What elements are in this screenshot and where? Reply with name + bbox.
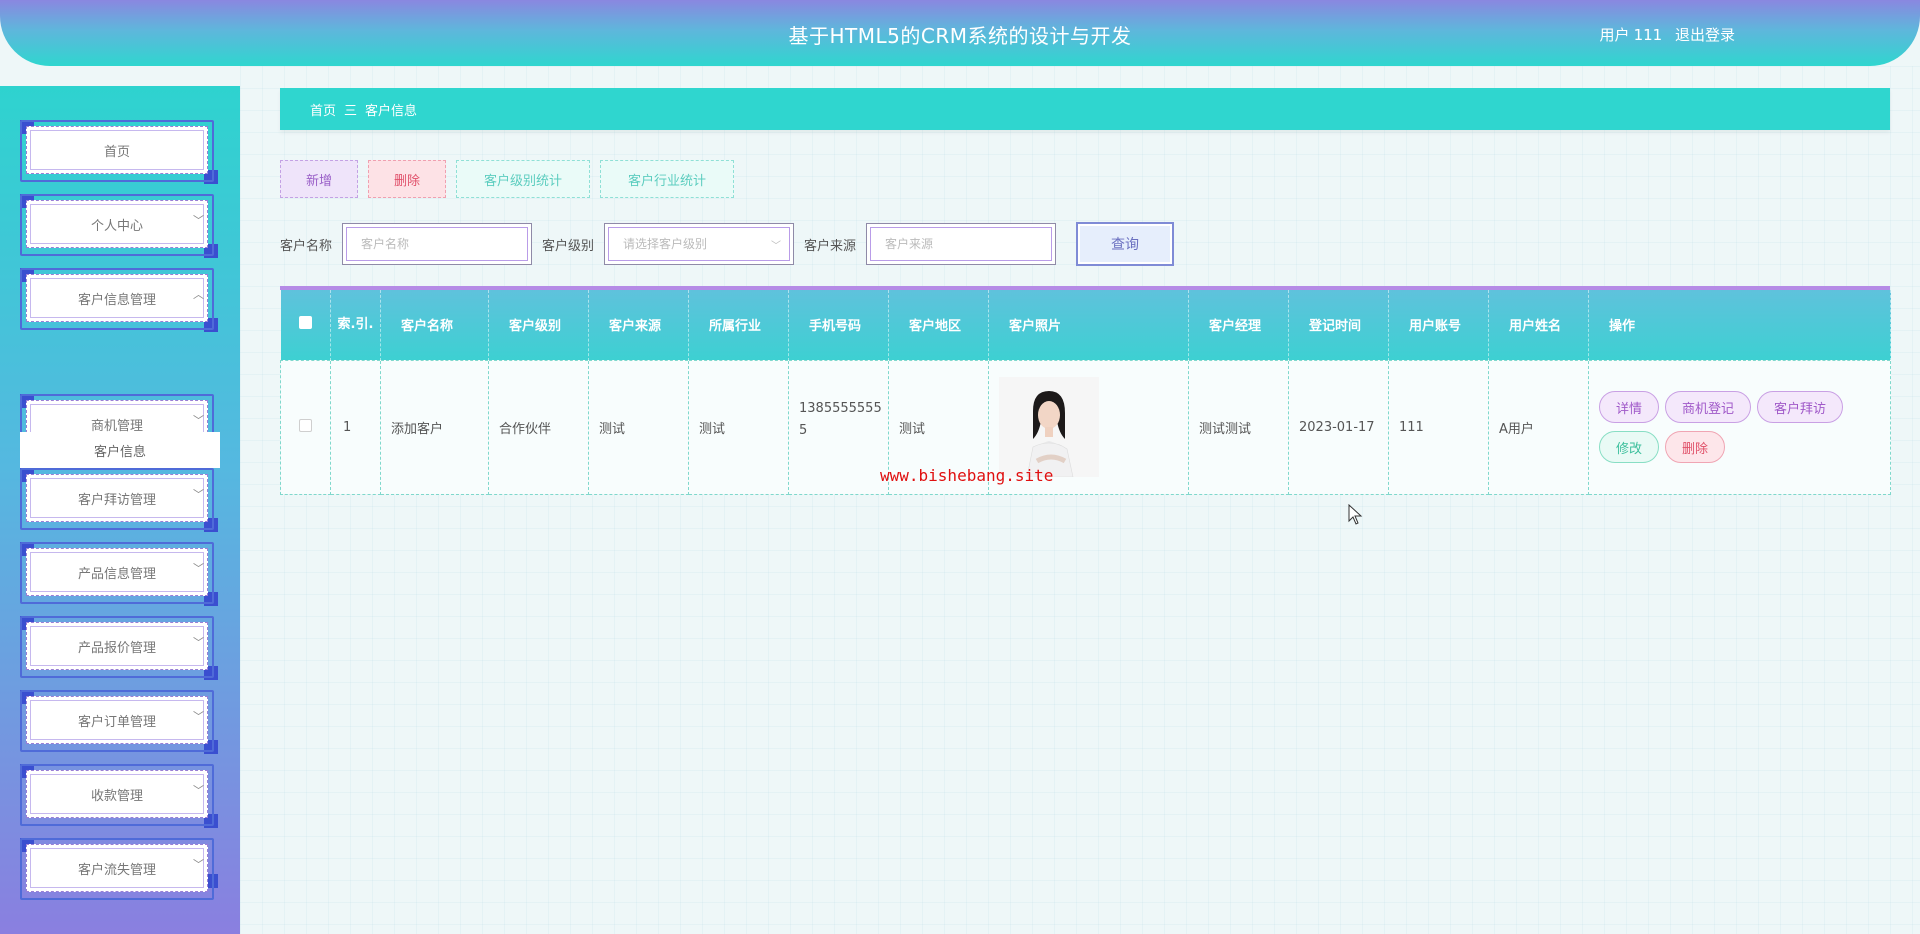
user-prefix: 用户 xyxy=(1599,26,1630,44)
sidebar-item-label: 客户信息管理 xyxy=(26,274,208,322)
level-stats-button[interactable]: 客户级别统计 xyxy=(456,160,590,198)
row-actions: 详情 商机登记 客户拜访 修改 删除 xyxy=(1599,391,1890,463)
top-header: 基于HTML5的CRM系统的设计与开发 用户 111 退出登录 xyxy=(0,0,1920,66)
sidebar-item-label: 产品信息管理 xyxy=(26,548,208,596)
cell-ops: 详情 商机登记 客户拜访 修改 删除 xyxy=(1588,359,1891,495)
customer-name-field xyxy=(342,223,533,265)
breadcrumb-current: 客户信息 xyxy=(365,103,418,119)
sidebar-item-label: 个人中心 xyxy=(26,200,208,248)
customer-photo xyxy=(999,377,1099,477)
chevron-down-icon: ﹀ xyxy=(193,858,204,871)
sidebar-item-7[interactable]: 客户订单管理 ﹀ xyxy=(20,690,218,754)
customer-name-input[interactable] xyxy=(343,224,532,264)
header-level: 客户级别 xyxy=(488,290,589,360)
header-source: 客户来源 xyxy=(588,290,689,360)
toolbar: 新增 删除 客户级别统计 客户行业统计 xyxy=(280,160,744,198)
breadcrumb: 首页 三 客户信息 xyxy=(280,88,1890,130)
row-checkbox[interactable] xyxy=(299,418,312,432)
watermark-text: www.bishebang.site xyxy=(880,466,1054,485)
sidebar-item-4[interactable]: 客户拜访管理 ﹀ xyxy=(20,468,218,532)
chevron-down-icon: ﹀ xyxy=(193,488,204,501)
cell-username: A用户 xyxy=(1488,359,1589,495)
breadcrumb-home[interactable]: 首页 xyxy=(310,100,336,119)
cell-source: 测试 xyxy=(588,359,689,495)
add-button[interactable]: 新增 xyxy=(280,160,358,198)
sidebar-item-label: 产品报价管理 xyxy=(26,622,208,670)
chevron-down-icon: ﹀ xyxy=(193,636,204,649)
header-index: 索.引. xyxy=(330,290,381,360)
header-industry: 所属行业 xyxy=(688,290,789,360)
select-all-checkbox[interactable] xyxy=(298,316,312,330)
customer-table: 索.引. 客户名称 客户级别 客户来源 所属行业 手机号码 客户地区 客户照片 … xyxy=(280,286,1891,495)
table-row: 1 添加客户 合作伙伴 测试 测试 13855555555 测试 测试测试 20… xyxy=(280,359,1891,495)
cell-index: 1 xyxy=(330,359,381,495)
customer-name-label: 客户名称 xyxy=(280,238,333,254)
cell-industry: 测试 xyxy=(688,359,789,495)
table-header-row: 索.引. 客户名称 客户级别 客户来源 所属行业 手机号码 客户地区 客户照片 … xyxy=(280,290,1891,360)
header-manager: 客户经理 xyxy=(1188,290,1289,360)
sidebar-item-label: 首页 xyxy=(26,126,208,174)
sidebar-item-1[interactable]: 个人中心 ﹀ xyxy=(20,194,218,258)
chevron-down-icon: ﹀ xyxy=(193,214,204,227)
mouse-cursor-icon xyxy=(1348,504,1363,525)
cell-manager: 测试测试 xyxy=(1188,359,1289,495)
breadcrumb-separator-icon: 三 xyxy=(344,103,358,119)
chevron-down-icon: ﹀ xyxy=(193,784,204,797)
customer-level-select[interactable]: ﹀ xyxy=(604,223,795,265)
chevron-down-icon: ﹀ xyxy=(193,562,204,575)
customer-source-input[interactable] xyxy=(867,224,1056,264)
customer-source-label: 客户来源 xyxy=(804,238,857,254)
opportunity-register-button[interactable]: 商机登记 xyxy=(1665,391,1752,423)
cell-name: 添加客户 xyxy=(380,359,489,495)
cell-phone: 13855555555 xyxy=(788,359,889,495)
header-region: 客户地区 xyxy=(888,290,989,360)
header-date: 登记时间 xyxy=(1288,290,1389,360)
header-photo: 客户照片 xyxy=(988,290,1189,360)
chevron-down-icon: ﹀ xyxy=(193,414,204,427)
cell-level: 合作伙伴 xyxy=(488,359,589,495)
query-button[interactable]: 查询 xyxy=(1076,222,1175,266)
sidebar-subitem-customer-info[interactable]: 客户信息 xyxy=(20,432,220,468)
phone-text: 13855555555 xyxy=(799,401,882,438)
row-checkbox-cell xyxy=(280,359,331,495)
person-photo-icon xyxy=(999,377,1099,477)
cell-account: 111 xyxy=(1388,359,1489,495)
customer-visit-button[interactable]: 客户拜访 xyxy=(1757,391,1844,423)
header-phone: 手机号码 xyxy=(788,290,889,360)
cell-date: 2023-01-17 xyxy=(1288,359,1389,495)
header-account: 用户账号 xyxy=(1388,290,1489,360)
customer-source-field xyxy=(866,223,1057,265)
sidebar-item-label: 收款管理 xyxy=(26,770,208,818)
sidebar-item-6[interactable]: 产品报价管理 ﹀ xyxy=(20,616,218,680)
chevron-up-icon: ︿ xyxy=(193,288,204,301)
select-all-cell xyxy=(280,290,331,360)
user-name: 111 xyxy=(1633,26,1663,44)
sidebar-item-8[interactable]: 收款管理 ﹀ xyxy=(20,764,218,828)
sidebar-item-label: 客户流失管理 xyxy=(26,844,208,892)
chevron-down-icon: ﹀ xyxy=(771,241,782,252)
customer-level-input[interactable] xyxy=(605,224,794,264)
search-form: 客户名称 客户级别 ﹀ 客户来源 查询 xyxy=(280,222,1175,266)
sidebar-item-5[interactable]: 产品信息管理 ﹀ xyxy=(20,542,218,606)
sidebar-item-label: 客户拜访管理 xyxy=(26,474,208,522)
header-ops: 操作 xyxy=(1588,290,1891,360)
sidebar-item-9[interactable]: 客户流失管理 ﹀ xyxy=(20,838,218,900)
header-name: 客户名称 xyxy=(380,290,489,360)
delete-button[interactable]: 删除 xyxy=(368,160,446,198)
user-area: 用户 111 退出登录 xyxy=(1592,24,1735,45)
header-username: 用户姓名 xyxy=(1488,290,1589,360)
customer-level-label: 客户级别 xyxy=(542,238,595,254)
detail-button[interactable]: 详情 xyxy=(1599,391,1660,423)
logout-link[interactable]: 退出登录 xyxy=(1675,26,1735,44)
edit-button[interactable]: 修改 xyxy=(1599,431,1660,463)
sidebar-item-2[interactable]: 客户信息管理 ︿ xyxy=(20,268,218,332)
sidebar-item-0[interactable]: 首页 xyxy=(20,120,218,184)
industry-stats-button[interactable]: 客户行业统计 xyxy=(600,160,734,198)
row-delete-button[interactable]: 删除 xyxy=(1665,431,1726,463)
sidebar-item-label: 客户订单管理 xyxy=(26,696,208,744)
sidebar: 首页 个人中心 ﹀ 客户信息管理 ︿ 商机管理 ﹀ 客户拜访管理 ﹀ 产品信息管理 ﹀ 产品报价管理 ﹀… xyxy=(0,86,240,934)
chevron-down-icon: ﹀ xyxy=(193,710,204,723)
